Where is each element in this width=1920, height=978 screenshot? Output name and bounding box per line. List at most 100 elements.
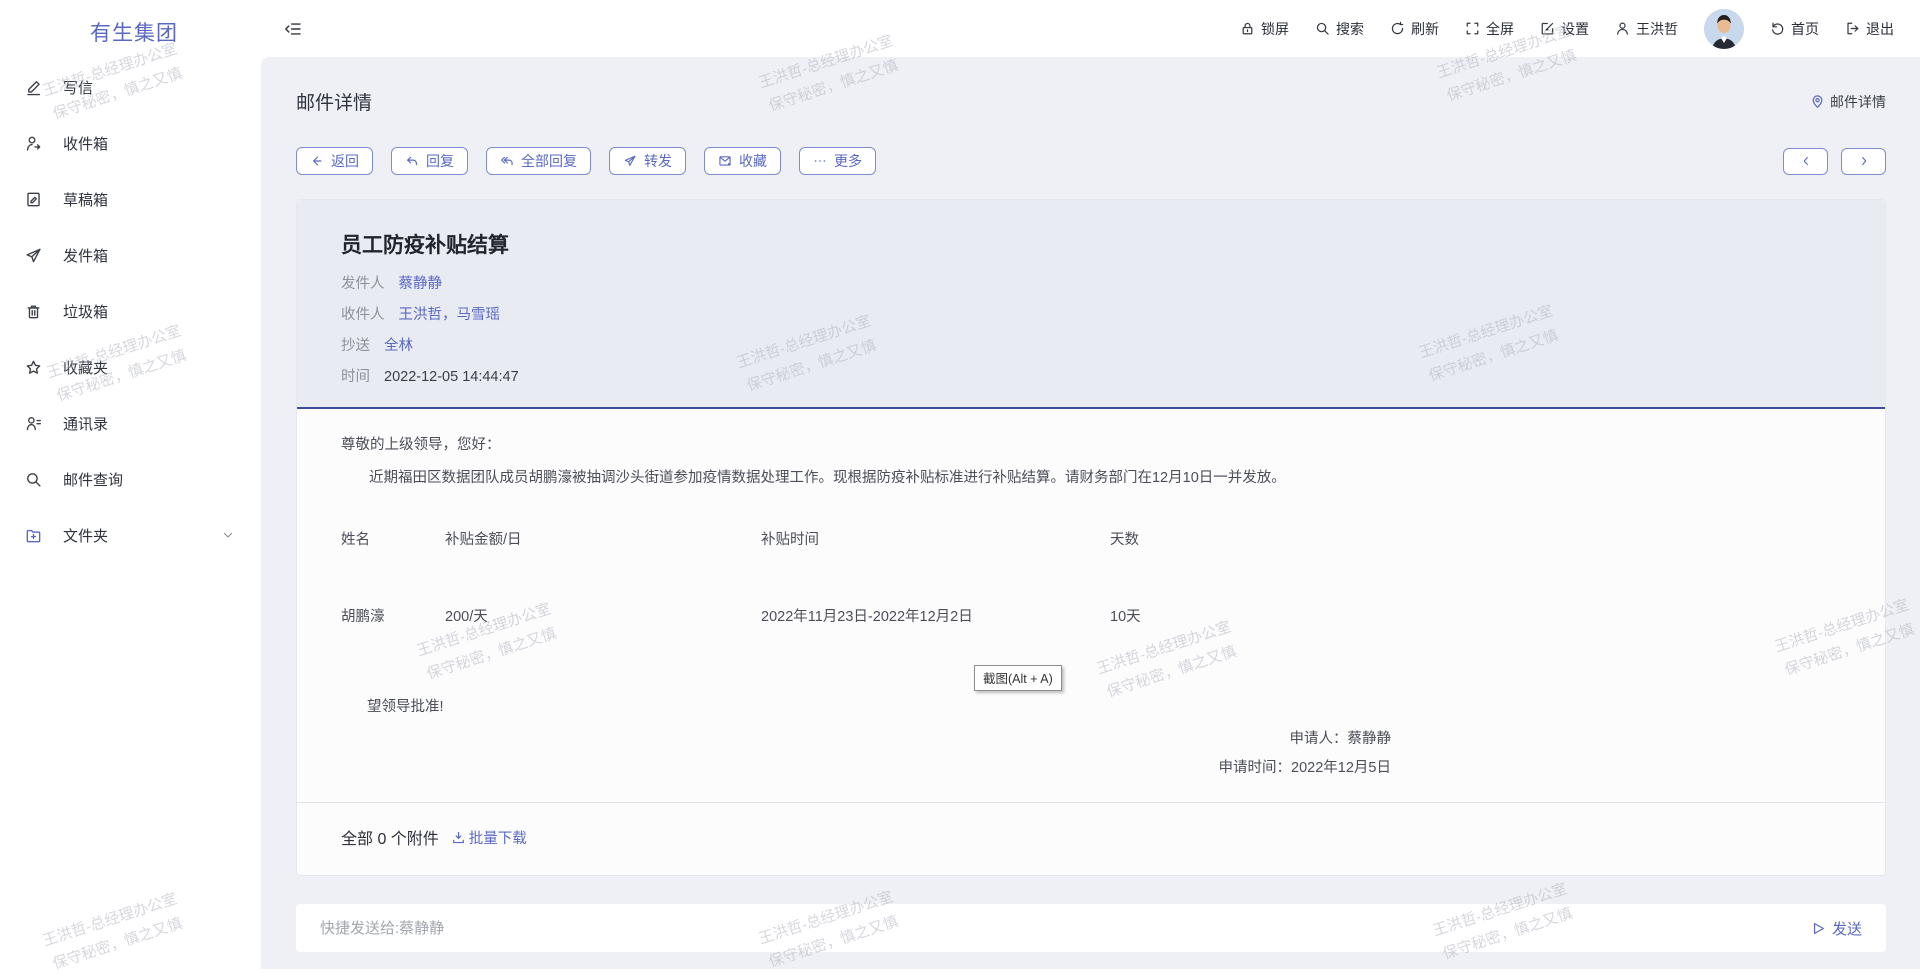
quick-send-input[interactable] (320, 920, 1811, 937)
sidebar-item-trash[interactable]: 垃圾箱 (0, 283, 261, 339)
fullscreen-button[interactable]: 全屏 (1465, 19, 1514, 39)
draft-icon (25, 191, 42, 208)
sidebar-item-label: 写信 (63, 77, 93, 98)
mail-subject: 员工防疫补贴结算 (341, 229, 1841, 259)
batch-download-link[interactable]: 批量下载 (451, 827, 527, 848)
map-pin-icon (1810, 94, 1825, 109)
reply-icon (405, 154, 419, 168)
quick-send-bar: 发送 (296, 904, 1886, 952)
back-button[interactable]: 返回 (296, 147, 373, 175)
sidebar-item-label: 草稿箱 (63, 189, 108, 210)
logout-button[interactable]: 退出 (1845, 19, 1894, 39)
collapse-menu-icon[interactable] (284, 20, 302, 38)
mail-detail-card: 员工防疫补贴结算 发件人 蔡静静 收件人 王洪哲，马雪瑶 抄送 全林 时间 20… (296, 199, 1886, 876)
sidebar-item-label: 垃圾箱 (63, 301, 108, 322)
fullscreen-icon (1465, 21, 1480, 36)
mail-from-row: 发件人 蔡静静 (341, 274, 1841, 294)
sidebar-item-sent[interactable]: 发件箱 (0, 227, 261, 283)
more-button[interactable]: 更多 (799, 147, 876, 175)
sidebar-item-folders[interactable]: 文件夹 (0, 507, 261, 563)
current-user-button[interactable]: 王洪哲 (1615, 19, 1678, 39)
attachments-summary: 全部 0 个附件 (341, 825, 439, 849)
sidebar-item-label: 文件夹 (63, 525, 108, 546)
sidebar-item-mail-search[interactable]: 邮件查询 (0, 451, 261, 507)
from-contact-link[interactable]: 蔡静静 (399, 274, 443, 294)
send-button[interactable]: 发送 (1811, 918, 1862, 939)
search-button[interactable]: 搜索 (1315, 19, 1364, 39)
logout-icon (1845, 21, 1860, 36)
content-area: 邮件详情 邮件详情 返回 回复 全部回复 转发 收藏 更多 (261, 57, 1920, 969)
location-label: 邮件详情 (1830, 92, 1886, 112)
lock-screen-button[interactable]: 锁屏 (1240, 19, 1289, 39)
send-label: 发送 (1832, 918, 1862, 939)
favorite-button[interactable]: 收藏 (704, 147, 781, 175)
table-cell-period: 2022年11月23日-2022年12月2日 (761, 607, 1110, 627)
home-button[interactable]: 首页 (1770, 19, 1819, 39)
apply-date: 2022年12月5日 (1291, 760, 1391, 776)
cc-contact-link[interactable]: 全林 (384, 336, 413, 356)
applicant-name: 蔡静静 (1348, 731, 1392, 747)
refresh-button[interactable]: 刷新 (1390, 19, 1439, 39)
mail-time-row: 时间 2022-12-05 14:44:47 (341, 367, 1841, 387)
table-header-amount: 补贴金额/日 (445, 530, 761, 550)
lock-icon (1240, 21, 1255, 36)
folder-plus-icon (25, 527, 42, 544)
settings-label: 设置 (1561, 19, 1589, 39)
page-title: 邮件详情 (296, 88, 372, 115)
next-mail-button[interactable] (1841, 148, 1886, 175)
screenshot-tooltip: 截图(Alt + A) (974, 665, 1062, 691)
refresh-icon (1390, 21, 1405, 36)
avatar-photo (1704, 9, 1744, 49)
sidebar-item-inbox[interactable]: 收件箱 (0, 115, 261, 171)
more-label: 更多 (834, 151, 862, 171)
star-icon (25, 359, 42, 376)
subsidy-table: 姓名 补贴金额/日 补贴时间 天数 胡鹏濠 200/天 2022年11月23日-… (341, 530, 1391, 627)
mail-toolbar: 返回 回复 全部回复 转发 收藏 更多 (296, 147, 1886, 175)
table-cell-amount: 200/天 (445, 607, 761, 627)
mail-header: 员工防疫补贴结算 发件人 蔡静静 收件人 王洪哲，马雪瑶 抄送 全林 时间 20… (297, 200, 1885, 409)
sidebar-item-compose[interactable]: 写信 (0, 59, 261, 115)
chevron-right-icon (1857, 154, 1871, 168)
sidebar-item-label: 收件箱 (63, 133, 108, 154)
sidebar-item-drafts[interactable]: 草稿箱 (0, 171, 261, 227)
home-label: 首页 (1791, 19, 1819, 39)
search-label: 搜索 (1336, 19, 1364, 39)
arrow-left-icon (310, 154, 324, 168)
pencil-icon (25, 79, 42, 96)
mail-signature: 申请人：蔡静静 申请时间：2022年12月5日 (341, 729, 1391, 778)
apply-date-label: 申请时间： (1219, 760, 1292, 776)
apply-date-row: 申请时间：2022年12月5日 (341, 758, 1391, 778)
to-label: 收件人 (341, 305, 385, 325)
back-label: 返回 (331, 151, 359, 171)
search-icon (25, 471, 42, 488)
chevron-left-icon (1799, 154, 1813, 168)
sidebar-item-contacts[interactable]: 通讯录 (0, 395, 261, 451)
reply-label: 回复 (426, 151, 454, 171)
logout-label: 退出 (1866, 19, 1894, 39)
table-header-name: 姓名 (341, 530, 445, 550)
sidebar-nav: 写信 收件箱 草稿箱 发件箱 垃圾箱 收藏夹 通讯录 邮件查询 (0, 59, 261, 563)
ellipsis-icon (813, 154, 827, 168)
sidebar-item-favorites[interactable]: 收藏夹 (0, 339, 261, 395)
sidebar: 有生集团 写信 收件箱 草稿箱 发件箱 垃圾箱 收藏夹 通讯录 (0, 0, 261, 969)
paper-plane-icon (25, 247, 42, 264)
sidebar-item-label: 收藏夹 (63, 357, 108, 378)
mail-greeting: 尊敬的上级领导，您好： (341, 435, 1391, 455)
contacts-icon (25, 415, 42, 432)
from-label: 发件人 (341, 274, 385, 294)
send-triangle-icon (1811, 921, 1826, 936)
chevron-down-icon[interactable] (221, 528, 235, 542)
reply-all-button[interactable]: 全部回复 (486, 147, 591, 175)
mail-time: 2022-12-05 14:44:47 (384, 367, 519, 387)
settings-button[interactable]: 设置 (1540, 19, 1589, 39)
prev-mail-button[interactable] (1783, 148, 1828, 175)
lock-screen-label: 锁屏 (1261, 19, 1289, 39)
forward-button[interactable]: 转发 (609, 147, 686, 175)
download-icon (451, 830, 466, 845)
table-header-period: 补贴时间 (761, 530, 1110, 550)
forward-icon (623, 154, 637, 168)
mail-body: 尊敬的上级领导，您好： 近期福田区数据团队成员胡鹏濠被抽调沙头街道参加疫情数据处… (297, 409, 1885, 802)
to-contacts-link[interactable]: 王洪哲，马雪瑶 (399, 305, 501, 325)
reply-button[interactable]: 回复 (391, 147, 468, 175)
avatar[interactable] (1704, 9, 1744, 49)
